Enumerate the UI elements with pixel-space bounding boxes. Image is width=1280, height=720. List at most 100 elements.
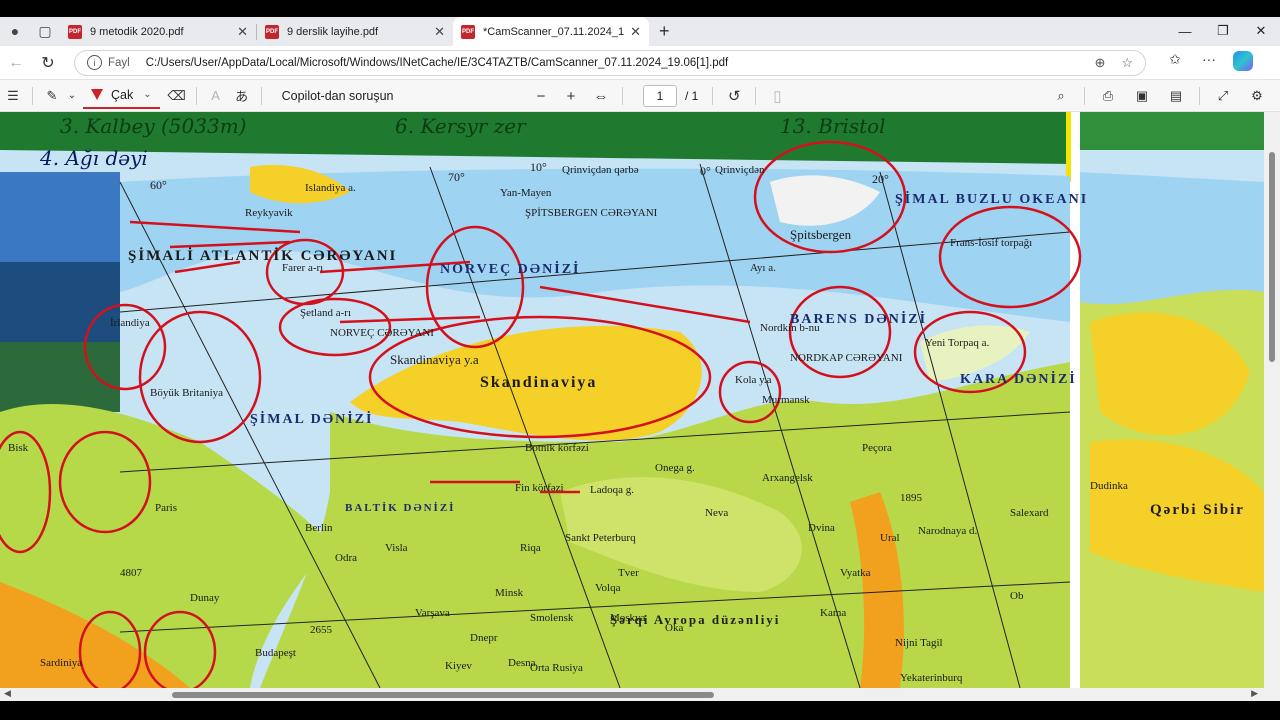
degree-label: 70° xyxy=(448,170,465,184)
city-label: Paris xyxy=(155,502,177,514)
city-label: Smolensk xyxy=(530,612,574,624)
close-tab-icon[interactable]: ✕ xyxy=(237,24,248,40)
tab-3-active[interactable]: PDF *CamScanner_07.11.2024_19.06[1 ✕ xyxy=(453,17,649,46)
address-bar[interactable]: i Fayl C:/Users/User/AppData/Local/Micro… xyxy=(74,49,1146,76)
favorites-icon[interactable]: ✩ xyxy=(1158,51,1192,74)
zoom-icon[interactable]: ⊕ xyxy=(1094,55,1105,71)
favorite-star-icon[interactable]: ☆ xyxy=(1121,55,1133,71)
handwritten-note: 6. Kersyr zer xyxy=(395,114,526,138)
toolbar-separator xyxy=(622,87,623,105)
file-scheme-label: Fayl xyxy=(108,56,130,69)
scroll-left-arrow-icon[interactable]: ◀ xyxy=(4,688,11,699)
region-label: Skandinaviya y.a xyxy=(390,352,479,367)
print-icon[interactable]: ⎙ xyxy=(1091,88,1125,104)
pdf-viewer[interactable]: 3. Kalbey (5033m) 6. Kersyr zer 13. Bris… xyxy=(0,112,1280,688)
profile-icon[interactable]: ● xyxy=(3,19,27,43)
city-label: Moskva xyxy=(610,612,646,624)
sea-label: KARA DƏNİZİ xyxy=(960,372,1077,387)
horizontal-scroll-thumb[interactable] xyxy=(172,692,714,698)
url-text[interactable]: C:/Users/User/AppData/Local/Microsoft/Wi… xyxy=(146,57,1079,69)
draw-button[interactable]: Çak ⌄ xyxy=(83,83,160,109)
save-as-icon[interactable]: ▤ xyxy=(1159,88,1193,104)
city-label: Nordkin b-nu xyxy=(760,322,820,334)
refresh-icon[interactable]: ↻ xyxy=(32,53,64,73)
tab-1[interactable]: PDF 9 metodik 2020.pdf ✕ xyxy=(60,17,256,46)
city-label: Budapeşt xyxy=(255,647,296,659)
city-label: Salexard xyxy=(1010,507,1049,519)
rotate-icon[interactable]: ↺ xyxy=(719,87,749,105)
pdf-file-icon: PDF xyxy=(68,24,82,39)
city-label: Visla xyxy=(385,542,408,554)
horizontal-scrollbar[interactable]: ◀ ▶ xyxy=(0,688,1280,701)
search-icon[interactable]: ⌕ xyxy=(1044,88,1078,104)
settings-gear-icon[interactable]: ⚙ xyxy=(1240,88,1274,104)
city-label: Riqa xyxy=(520,542,541,554)
highlight-icon[interactable]: ✎ xyxy=(39,88,65,104)
sea-label: BALTİK DƏNİZİ xyxy=(345,502,456,514)
toolbar-separator xyxy=(755,87,757,105)
restore-icon[interactable]: ❐ xyxy=(1204,17,1242,45)
region-label: Skandinaviya xyxy=(480,374,598,391)
city-label: Vyatka xyxy=(840,567,871,579)
region-label: Ural xyxy=(880,532,900,544)
toolbar-separator xyxy=(712,87,714,105)
zoom-in-icon[interactable]: + xyxy=(556,88,586,105)
tab-2[interactable]: PDF 9 derslik layihe.pdf ✕ xyxy=(257,17,453,46)
scroll-right-arrow-icon[interactable]: ▶ xyxy=(1251,688,1258,699)
toolbar-separator xyxy=(195,86,197,105)
height-label: 2655 xyxy=(310,624,332,636)
current-label: ŞPİTSBERGEN CƏRƏYANI xyxy=(525,207,658,219)
meridian-label: Qrinviçdən qərbə xyxy=(562,164,639,176)
tab-strip: ● ▢ PDF 9 metodik 2020.pdf ✕ PDF 9 dersl… xyxy=(0,17,1280,46)
sea-label: ŞİMAL DƏNİZİ xyxy=(250,412,374,427)
new-tab-icon[interactable]: + xyxy=(659,21,670,42)
copilot-icon[interactable] xyxy=(1226,51,1260,74)
more-menu-icon[interactable]: ··· xyxy=(1192,51,1226,74)
copilot-ask-button[interactable]: Copilot-dan soruşun xyxy=(282,89,394,103)
tab-title: *CamScanner_07.11.2024_19.06[1 xyxy=(483,25,625,38)
translate-icon[interactable]: あ xyxy=(229,86,255,105)
city-label: Narodnaya d. xyxy=(918,525,978,537)
city-label: Reykyavik xyxy=(245,207,293,219)
city-label: Dnepr xyxy=(470,632,498,644)
chevron-down-icon[interactable]: ⌄ xyxy=(65,90,79,101)
city-label: Varşava xyxy=(415,607,450,619)
tab-title: 9 derslik layihe.pdf xyxy=(287,25,379,38)
vertical-scroll-thumb[interactable] xyxy=(1269,152,1275,362)
fullscreen-icon[interactable]: ⤢ xyxy=(1206,88,1240,104)
city-label: Ob xyxy=(1010,590,1024,602)
close-tab-icon[interactable]: ✕ xyxy=(630,24,641,40)
city-label: Oka xyxy=(665,622,684,634)
contents-list-icon[interactable]: ☰ xyxy=(0,88,26,104)
close-window-icon[interactable]: ✕ xyxy=(1242,17,1280,45)
save-icon[interactable]: ▣ xyxy=(1125,88,1159,104)
region-label: Farer a-rı xyxy=(282,262,324,274)
close-tab-icon[interactable]: ✕ xyxy=(434,24,445,40)
page-total: / 1 xyxy=(685,89,699,103)
pen-icon xyxy=(91,89,103,100)
chevron-down-icon[interactable]: ⌄ xyxy=(143,89,151,100)
region-label: Şpitsbergen xyxy=(790,227,852,242)
sea-label: ŞİMAL BUZLU OKEANI xyxy=(895,192,1089,207)
fit-page-icon[interactable]: ⇔ xyxy=(586,88,616,105)
city-label: Kiyev xyxy=(445,660,472,672)
minimize-icon[interactable]: — xyxy=(1166,17,1204,45)
region-label: Qərbi Sibir xyxy=(1150,502,1245,518)
info-icon[interactable]: i xyxy=(87,55,102,70)
tab-actions-icon[interactable]: ▢ xyxy=(33,19,57,43)
vertical-scrollbar[interactable] xyxy=(1264,112,1280,688)
city-label: Onega g. xyxy=(655,462,695,474)
height-label: 4807 xyxy=(120,567,142,579)
city-label: Volqa xyxy=(595,582,621,594)
region-label: Kola y.a xyxy=(735,374,772,386)
page-view-icon: ▯ xyxy=(773,88,782,105)
eraser-icon[interactable]: ⌫ xyxy=(164,88,190,104)
city-label: Ladoqa g. xyxy=(590,484,634,496)
back-arrow-icon[interactable]: ← xyxy=(0,54,32,72)
pdf-file-icon: PDF xyxy=(461,24,475,39)
right-page-arctic-sea xyxy=(1080,172,1264,305)
city-label: Dvina xyxy=(808,522,835,534)
zoom-out-icon[interactable]: − xyxy=(526,88,556,105)
page-number-input[interactable]: 1 xyxy=(643,85,677,107)
city-label: Minsk xyxy=(495,587,524,599)
